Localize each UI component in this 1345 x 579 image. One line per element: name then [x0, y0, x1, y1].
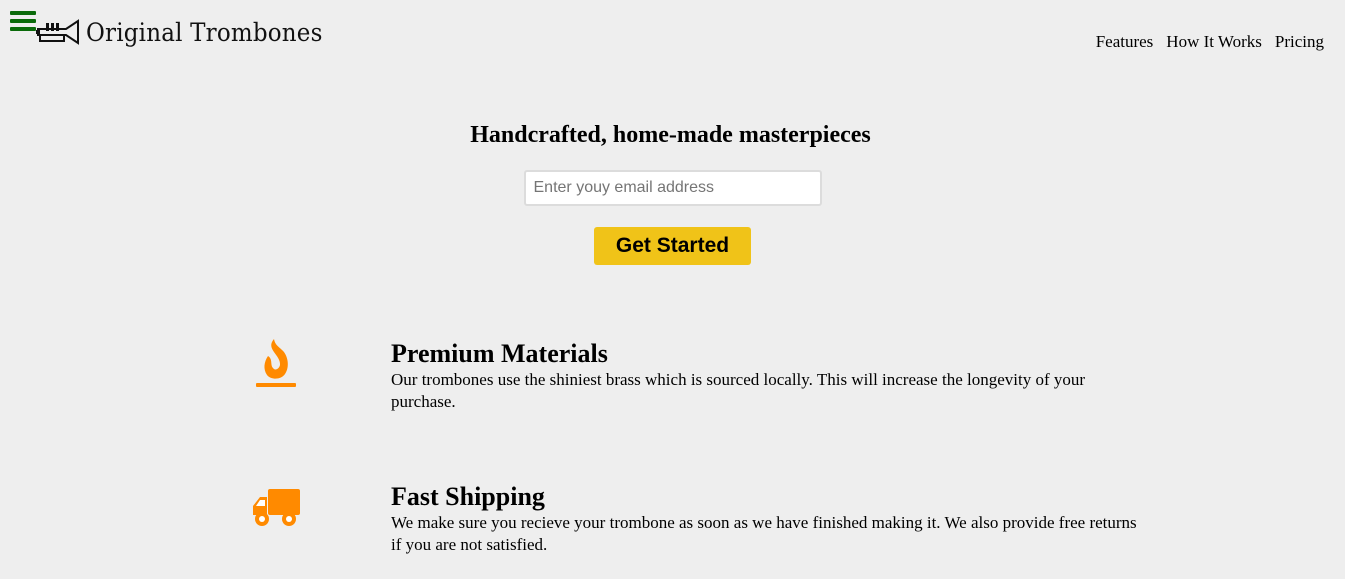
menu-bar: [10, 11, 36, 15]
get-started-button[interactable]: Get Started: [594, 227, 751, 265]
site-logo[interactable]: Original Trombones: [36, 14, 343, 50]
trumpet-icon: [36, 19, 79, 45]
menu-bar: [10, 27, 36, 31]
menu-bar: [10, 19, 36, 23]
truck-icon: [253, 489, 300, 526]
hamburger-menu-icon[interactable]: [10, 11, 36, 31]
feature-description: Our trombones use the shiniest brass whi…: [391, 370, 1086, 411]
email-field[interactable]: [523, 170, 822, 206]
feature-description: We make sure you recieve your trombone a…: [391, 513, 1137, 554]
nav-link-features[interactable]: Features: [1096, 32, 1154, 52]
nav-link-pricing[interactable]: Pricing: [1275, 32, 1324, 52]
fire-icon: [256, 339, 296, 387]
feature-title: Fast Shipping: [391, 482, 545, 511]
feature-title: Premium Materials: [391, 339, 608, 368]
brand-name: Original Trombones: [86, 17, 323, 47]
nav-link-how-it-works[interactable]: How It Works: [1166, 32, 1262, 52]
main-nav: Features How It Works Pricing: [1096, 32, 1324, 52]
hero-section: Handcrafted, home-made masterpieces Get …: [0, 122, 1345, 265]
hero-heading: Handcrafted, home-made masterpieces: [470, 122, 871, 148]
